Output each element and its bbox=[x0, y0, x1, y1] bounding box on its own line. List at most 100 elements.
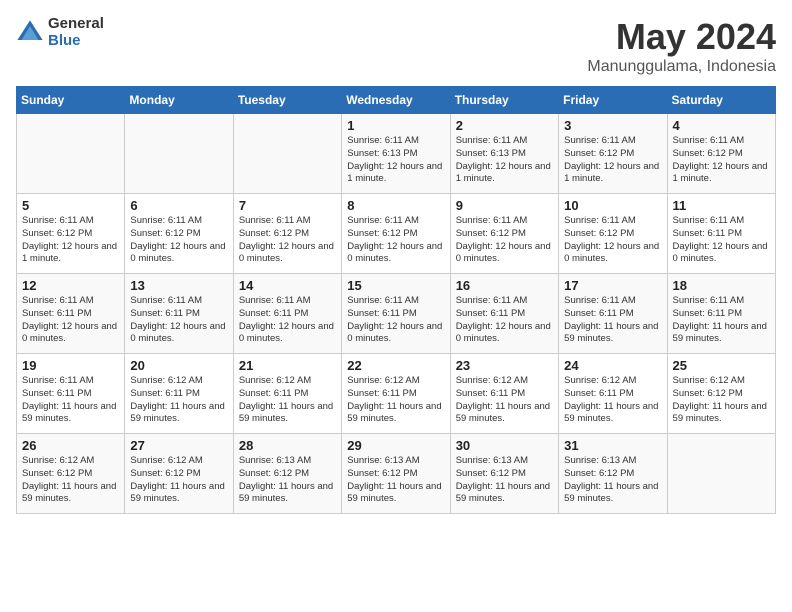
header-day: Monday bbox=[125, 87, 233, 114]
calendar-cell: 27 Sunrise: 6:12 AM Sunset: 6:12 PM Dayli… bbox=[125, 434, 233, 514]
day-number: 23 bbox=[456, 358, 553, 373]
day-number: 27 bbox=[130, 438, 227, 453]
calendar-cell: 26Sunrise: 6:12 AM Sunset: 6:12 PM Dayli… bbox=[17, 434, 125, 514]
header-day: Sunday bbox=[17, 87, 125, 114]
header-row: SundayMondayTuesdayWednesdayThursdayFrid… bbox=[17, 87, 776, 114]
header-day: Wednesday bbox=[342, 87, 450, 114]
day-number: 18 bbox=[673, 278, 770, 293]
cell-info: Sunrise: 6:12 AM Sunset: 6:11 PM Dayligh… bbox=[347, 375, 444, 426]
subtitle: Manunggulama, Indonesia bbox=[587, 58, 776, 76]
cell-info: Sunrise: 6:11 AM Sunset: 6:12 PM Dayligh… bbox=[347, 215, 444, 266]
day-number: 20 bbox=[130, 358, 227, 373]
logo-icon bbox=[16, 19, 44, 47]
cell-info: Sunrise: 6:11 AM Sunset: 6:11 PM Dayligh… bbox=[564, 295, 661, 346]
cell-info: Sunrise: 6:13 AM Sunset: 6:12 PM Dayligh… bbox=[347, 455, 444, 506]
calendar-cell: 20 Sunrise: 6:12 AM Sunset: 6:11 PM Dayli… bbox=[125, 354, 233, 434]
cell-info: Sunrise: 6:12 AM Sunset: 6:11 PM Dayligh… bbox=[456, 375, 553, 426]
day-number: 8 bbox=[347, 198, 444, 213]
day-number: 31 bbox=[564, 438, 661, 453]
day-number: 3 bbox=[564, 118, 661, 133]
page-header: General Blue May 2024 Manunggulama, Indo… bbox=[16, 16, 776, 76]
cell-info: Sunrise: 6:12 AM Sunset: 6:12 PM Dayligh… bbox=[130, 455, 227, 506]
header-day: Saturday bbox=[667, 87, 775, 114]
day-number: 17 bbox=[564, 278, 661, 293]
cell-info: Sunrise: 6:11 AM Sunset: 6:12 PM Dayligh… bbox=[564, 215, 661, 266]
calendar-week-row: 1 Sunrise: 6:11 AM Sunset: 6:13 PM Daylig… bbox=[17, 114, 776, 194]
title-block: May 2024 Manunggulama, Indonesia bbox=[587, 16, 776, 76]
cell-info: Sunrise: 6:11 AM Sunset: 6:11 PM Dayligh… bbox=[239, 295, 336, 346]
day-number: 14 bbox=[239, 278, 336, 293]
day-number: 19 bbox=[22, 358, 119, 373]
day-number: 21 bbox=[239, 358, 336, 373]
calendar-week-row: 26Sunrise: 6:12 AM Sunset: 6:12 PM Dayli… bbox=[17, 434, 776, 514]
cell-info: Sunrise: 6:12 AM Sunset: 6:12 PM Dayligh… bbox=[22, 455, 119, 506]
day-number: 11 bbox=[673, 198, 770, 213]
calendar-cell: 8 Sunrise: 6:11 AM Sunset: 6:12 PM Daylig… bbox=[342, 194, 450, 274]
calendar-header: SundayMondayTuesdayWednesdayThursdayFrid… bbox=[17, 87, 776, 114]
day-number: 1 bbox=[347, 118, 444, 133]
cell-info: Sunrise: 6:11 AM Sunset: 6:11 PM Dayligh… bbox=[347, 295, 444, 346]
calendar-cell: 18 Sunrise: 6:11 AM Sunset: 6:11 PM Dayli… bbox=[667, 274, 775, 354]
day-number: 24 bbox=[564, 358, 661, 373]
calendar-cell: 30 Sunrise: 6:13 AM Sunset: 6:12 PM Dayli… bbox=[450, 434, 558, 514]
cell-info: Sunrise: 6:11 AM Sunset: 6:11 PM Dayligh… bbox=[456, 295, 553, 346]
cell-info: Sunrise: 6:12 AM Sunset: 6:12 PM Dayligh… bbox=[673, 375, 770, 426]
calendar-cell: 5Sunrise: 6:11 AM Sunset: 6:12 PM Daylig… bbox=[17, 194, 125, 274]
day-number: 6 bbox=[130, 198, 227, 213]
day-number: 25 bbox=[673, 358, 770, 373]
cell-info: Sunrise: 6:11 AM Sunset: 6:12 PM Dayligh… bbox=[22, 215, 119, 266]
day-number: 16 bbox=[456, 278, 553, 293]
cell-info: Sunrise: 6:11 AM Sunset: 6:11 PM Dayligh… bbox=[130, 295, 227, 346]
calendar-cell bbox=[667, 434, 775, 514]
calendar-cell: 28Sunrise: 6:13 AM Sunset: 6:12 PM Dayli… bbox=[233, 434, 341, 514]
calendar-body: 1 Sunrise: 6:11 AM Sunset: 6:13 PM Daylig… bbox=[17, 114, 776, 514]
cell-info: Sunrise: 6:13 AM Sunset: 6:12 PM Dayligh… bbox=[456, 455, 553, 506]
calendar-cell: 1 Sunrise: 6:11 AM Sunset: 6:13 PM Daylig… bbox=[342, 114, 450, 194]
cell-info: Sunrise: 6:11 AM Sunset: 6:12 PM Dayligh… bbox=[130, 215, 227, 266]
calendar-cell: 23 Sunrise: 6:12 AM Sunset: 6:11 PM Dayli… bbox=[450, 354, 558, 434]
day-number: 7 bbox=[239, 198, 336, 213]
calendar-cell: 9Sunrise: 6:11 AM Sunset: 6:12 PM Daylig… bbox=[450, 194, 558, 274]
day-number: 29 bbox=[347, 438, 444, 453]
day-number: 4 bbox=[673, 118, 770, 133]
cell-info: Sunrise: 6:12 AM Sunset: 6:11 PM Dayligh… bbox=[239, 375, 336, 426]
calendar-cell: 6 Sunrise: 6:11 AM Sunset: 6:12 PM Daylig… bbox=[125, 194, 233, 274]
cell-info: Sunrise: 6:12 AM Sunset: 6:11 PM Dayligh… bbox=[564, 375, 661, 426]
calendar-cell: 13Sunrise: 6:11 AM Sunset: 6:11 PM Dayli… bbox=[125, 274, 233, 354]
cell-info: Sunrise: 6:11 AM Sunset: 6:11 PM Dayligh… bbox=[673, 295, 770, 346]
calendar-cell bbox=[125, 114, 233, 194]
day-number: 15 bbox=[347, 278, 444, 293]
logo-text: General Blue bbox=[48, 16, 104, 49]
calendar-week-row: 19 Sunrise: 6:11 AM Sunset: 6:11 PM Dayli… bbox=[17, 354, 776, 434]
header-day: Friday bbox=[559, 87, 667, 114]
calendar-cell: 3 Sunrise: 6:11 AM Sunset: 6:12 PM Daylig… bbox=[559, 114, 667, 194]
day-number: 30 bbox=[456, 438, 553, 453]
cell-info: Sunrise: 6:11 AM Sunset: 6:12 PM Dayligh… bbox=[564, 135, 661, 186]
calendar-cell: 2Sunrise: 6:11 AM Sunset: 6:13 PM Daylig… bbox=[450, 114, 558, 194]
calendar-cell: 31 Sunrise: 6:13 AM Sunset: 6:12 PM Dayli… bbox=[559, 434, 667, 514]
calendar-cell: 7 Sunrise: 6:11 AM Sunset: 6:12 PM Daylig… bbox=[233, 194, 341, 274]
cell-info: Sunrise: 6:11 AM Sunset: 6:13 PM Dayligh… bbox=[347, 135, 444, 186]
day-number: 22 bbox=[347, 358, 444, 373]
calendar-cell: 21 Sunrise: 6:12 AM Sunset: 6:11 PM Dayli… bbox=[233, 354, 341, 434]
cell-info: Sunrise: 6:13 AM Sunset: 6:12 PM Dayligh… bbox=[564, 455, 661, 506]
calendar-cell: 11 Sunrise: 6:11 AM Sunset: 6:11 PM Dayli… bbox=[667, 194, 775, 274]
cell-info: Sunrise: 6:11 AM Sunset: 6:13 PM Dayligh… bbox=[456, 135, 553, 186]
logo-blue-text: Blue bbox=[48, 33, 104, 50]
calendar-cell: 17 Sunrise: 6:11 AM Sunset: 6:11 PM Dayli… bbox=[559, 274, 667, 354]
cell-info: Sunrise: 6:11 AM Sunset: 6:11 PM Dayligh… bbox=[673, 215, 770, 266]
cell-info: Sunrise: 6:11 AM Sunset: 6:12 PM Dayligh… bbox=[456, 215, 553, 266]
calendar-cell: 24 Sunrise: 6:12 AM Sunset: 6:11 PM Dayli… bbox=[559, 354, 667, 434]
calendar-cell bbox=[17, 114, 125, 194]
main-title: May 2024 bbox=[587, 16, 776, 58]
logo-general-text: General bbox=[48, 16, 104, 33]
cell-info: Sunrise: 6:11 AM Sunset: 6:12 PM Dayligh… bbox=[239, 215, 336, 266]
calendar-table: SundayMondayTuesdayWednesdayThursdayFrid… bbox=[16, 86, 776, 514]
calendar-cell: 29 Sunrise: 6:13 AM Sunset: 6:12 PM Dayli… bbox=[342, 434, 450, 514]
calendar-cell: 22 Sunrise: 6:12 AM Sunset: 6:11 PM Dayli… bbox=[342, 354, 450, 434]
cell-info: Sunrise: 6:11 AM Sunset: 6:11 PM Dayligh… bbox=[22, 295, 119, 346]
header-day: Tuesday bbox=[233, 87, 341, 114]
cell-info: Sunrise: 6:11 AM Sunset: 6:11 PM Dayligh… bbox=[22, 375, 119, 426]
cell-info: Sunrise: 6:12 AM Sunset: 6:11 PM Dayligh… bbox=[130, 375, 227, 426]
calendar-cell: 12Sunrise: 6:11 AM Sunset: 6:11 PM Dayli… bbox=[17, 274, 125, 354]
